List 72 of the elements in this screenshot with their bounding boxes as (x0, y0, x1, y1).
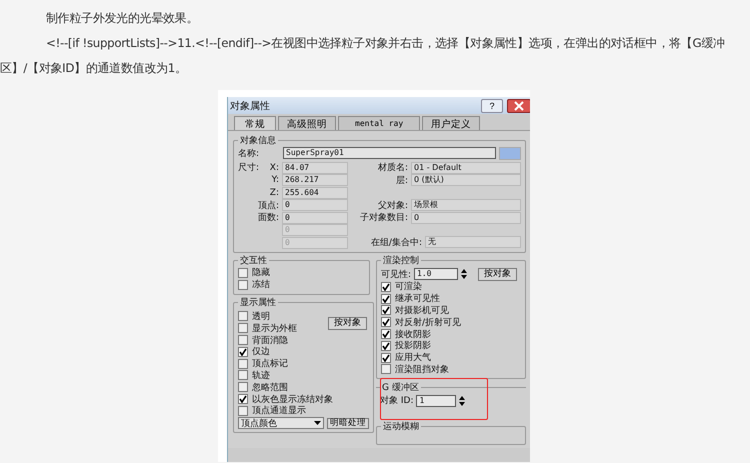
checkbox-option[interactable]: 仅边 (238, 346, 369, 358)
field-label: Z: (270, 188, 279, 198)
field-label: Y: (272, 175, 279, 186)
checkbox-option[interactable]: 对反射/折射可见 (381, 316, 521, 328)
checkbox-option[interactable]: 继承可见性 (381, 292, 521, 305)
group-title: 渲染控制 (382, 254, 420, 267)
tab[interactable]: mental ray (338, 116, 420, 130)
group-title: 显示属性 (239, 296, 277, 309)
field-label: 在组/集合中: (370, 236, 422, 249)
checkbox-option[interactable]: 应用大气 (381, 352, 521, 364)
group-title: G 缓冲区 (381, 382, 420, 394)
field-label: 面数: (258, 212, 279, 224)
close-button[interactable] (507, 98, 530, 112)
readout-field: 无 (425, 236, 521, 248)
readout-field: 0 (282, 224, 348, 236)
checkbox-option[interactable]: 对摄影机可见 (381, 304, 521, 316)
checkbox-option[interactable]: 以灰色显示冻结对象 (238, 393, 369, 405)
readout-field: 0 (282, 199, 348, 212)
group-title: 运动模糊 (382, 420, 420, 433)
readout-field: 268.217 (282, 174, 348, 186)
visibility-spinner[interactable]: 1.0 (414, 268, 458, 280)
checkbox-option[interactable]: 冻结 (238, 278, 365, 291)
readout-field: 0 (411, 212, 521, 224)
readout-field: 84.07 (282, 162, 348, 174)
readout-field: 0 (默认) (411, 174, 521, 186)
checkbox-option[interactable]: 轨迹 (238, 370, 369, 382)
close-icon (514, 100, 524, 110)
help-button[interactable]: ? (481, 98, 503, 112)
checkbox-option[interactable]: 忽略范围 (238, 381, 369, 394)
field-label: 尺寸: (238, 162, 260, 174)
readout-field: 0 (282, 236, 348, 249)
checkbox-option[interactable]: 可渲染 (381, 281, 521, 293)
readout-field: 01 - Default (411, 162, 521, 174)
tab[interactable]: 常规 (234, 116, 276, 130)
group-title: 对象信息 (239, 134, 277, 147)
spinner-arrows-icon[interactable] (461, 268, 468, 280)
checkmark-icon (239, 395, 247, 404)
object-id-spinner[interactable]: 1 (416, 394, 456, 407)
field-label: 名称: (238, 148, 260, 160)
spinner-arrows-icon[interactable] (459, 394, 466, 407)
checkbox-option[interactable]: 投影阴影 (381, 340, 521, 352)
checkbox-option[interactable]: 渲染阻挡对象 (381, 364, 521, 376)
window-title: 对象属性 (230, 100, 271, 112)
field-label: 层: (394, 174, 408, 187)
vertex-color-dropdown[interactable]: 顶点颜色 (238, 417, 324, 430)
paragraph-text: <!--[if !supportLists]-->11.<!--[endif]-->在视图中选择粒子对象并右击，选择【对象属性】选项，在弹出的对话框中，将【G缓冲区】/【对象ID】的通道数值改为1。 (0, 35, 726, 77)
checkbox-option[interactable]: 顶点标记 (238, 358, 369, 370)
checkbox-option[interactable]: 接收阴影 (381, 328, 521, 340)
field-label: 子对象数目: (358, 212, 408, 224)
checkbox-option[interactable]: 隐藏 (238, 267, 365, 279)
group-title: 交互性 (239, 254, 268, 267)
field-label: 对象 ID: (380, 394, 414, 408)
readout-field: 255.604 (282, 186, 348, 199)
field-label: 顶点: (258, 200, 279, 212)
field-label: 父对象: (376, 200, 408, 212)
paragraph-text: 制作粒子外发光的光晕效果。 (45, 10, 200, 27)
color-swatch[interactable] (499, 146, 521, 160)
by-object-button[interactable]: 按对象 (478, 268, 518, 280)
by-object-button[interactable]: 按对象 (328, 316, 367, 330)
field-label: X: (270, 162, 279, 173)
field-label: 可见性: (381, 268, 412, 280)
caret-icon (314, 421, 321, 426)
checkmark-icon (239, 348, 247, 356)
readout-field: 0 (282, 212, 348, 224)
name-field[interactable]: SuperSpray01 (283, 147, 496, 160)
checkbox-option[interactable]: 顶点通道显示 (238, 404, 369, 417)
tab[interactable]: 用户定义 (422, 116, 480, 130)
shading-button[interactable]: 明暗处理 (327, 418, 369, 429)
field-label: 材质名: (376, 162, 408, 174)
readout-field: 场景根 (411, 199, 521, 212)
tab[interactable]: 高级照明 (278, 116, 336, 130)
checkbox-option[interactable]: 背面消隐 (238, 334, 369, 346)
